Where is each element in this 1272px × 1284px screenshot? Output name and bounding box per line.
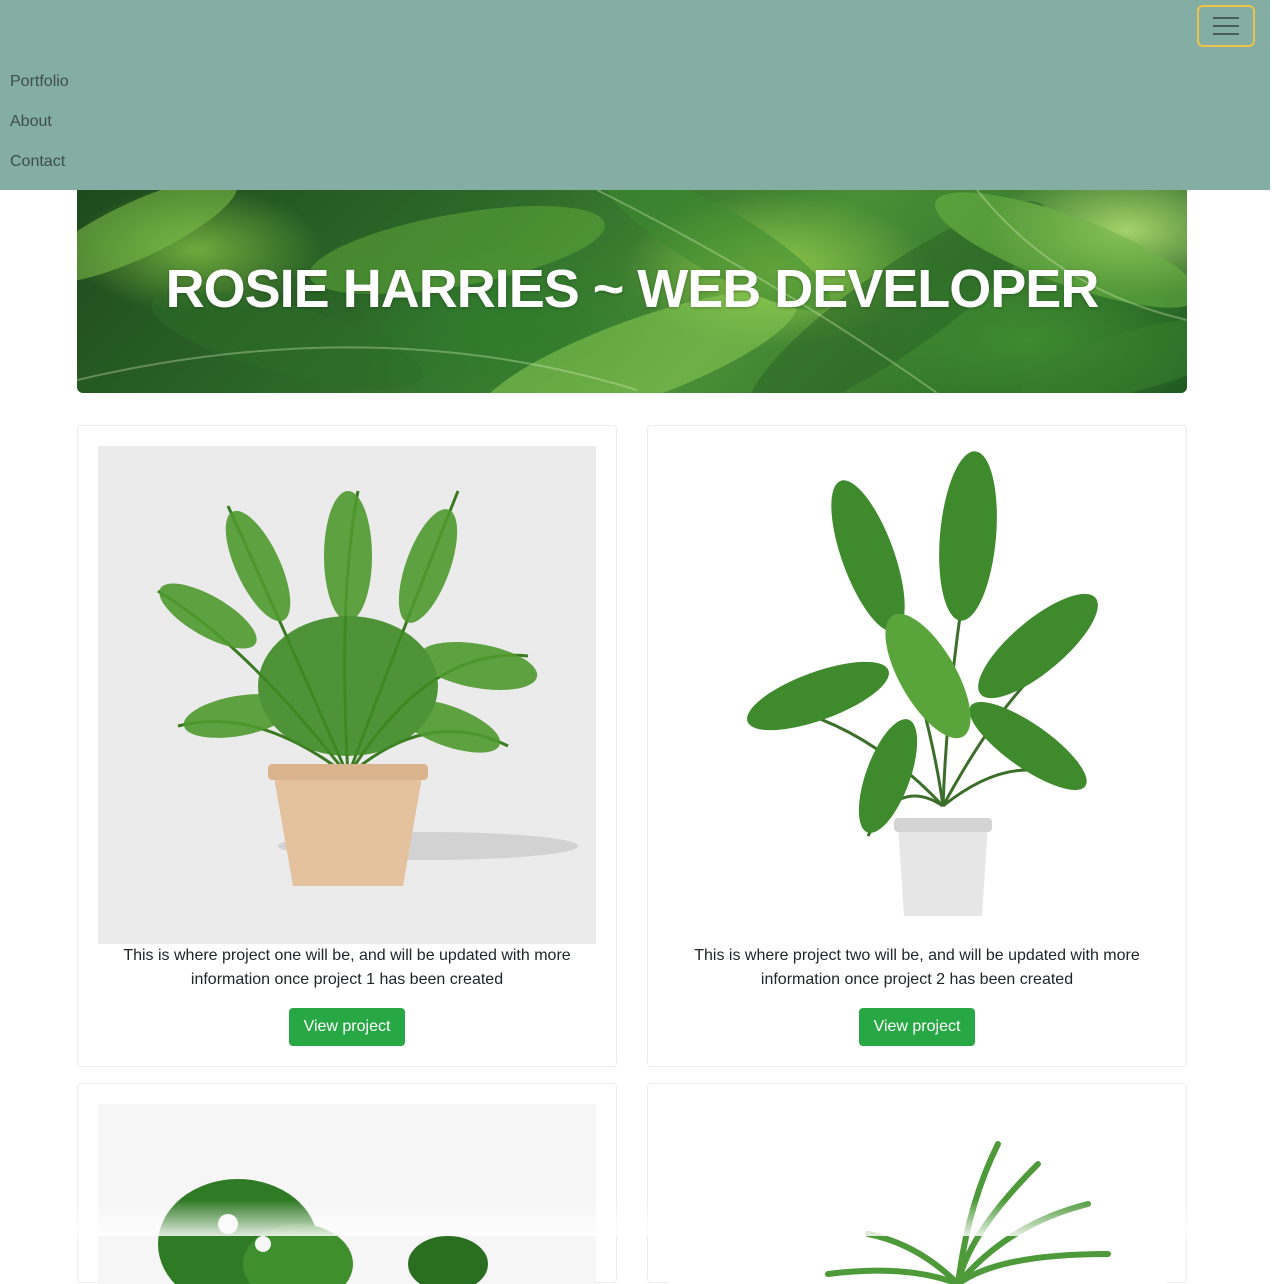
project-card	[647, 1083, 1187, 1284]
project-description: This is where project one will be, and w…	[123, 947, 571, 988]
nav-menu: Portfolio About Contact	[10, 70, 69, 190]
navbar: Portfolio About Contact	[0, 0, 1270, 190]
bottom-fade	[0, 1200, 1272, 1236]
palm-plant-image	[668, 1104, 1166, 1284]
hero-banner: ROSIE HARRIES ~ WEB DEVELOPER	[77, 190, 1187, 393]
navbar-toggler-button[interactable]	[1197, 5, 1255, 47]
monstera-plant-image	[98, 1104, 596, 1284]
nav-link-contact[interactable]: Contact	[10, 150, 65, 174]
hero-title: ROSIE HARRIES ~ WEB DEVELOPER	[165, 259, 1100, 319]
view-project-button[interactable]: View project	[289, 1008, 405, 1046]
hamburger-menu-icon	[1213, 16, 1239, 36]
view-project-button[interactable]: View project	[859, 1008, 975, 1046]
nav-link-portfolio[interactable]: Portfolio	[10, 70, 69, 94]
project-card: This is where project two will be, and w…	[647, 425, 1187, 1067]
project-description: This is where project two will be, and w…	[694, 947, 1140, 988]
potted-banana-plant-image	[668, 446, 1166, 944]
project-card: This is where project one will be, and w…	[77, 425, 617, 1067]
nav-link-about[interactable]: About	[10, 110, 52, 134]
project-card	[77, 1083, 617, 1284]
potted-fern-image	[98, 446, 596, 944]
